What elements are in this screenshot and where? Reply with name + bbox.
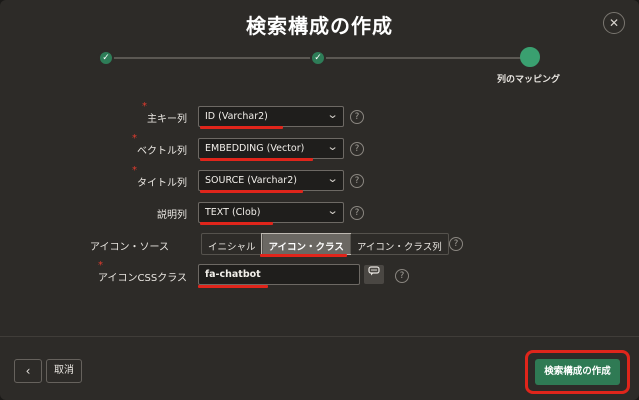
icon-source-option-initial[interactable]: イニシャル bbox=[202, 234, 262, 254]
title-column-value: SOURCE (Varchar2) bbox=[205, 175, 297, 186]
cancel-button[interactable]: 取消 bbox=[46, 359, 82, 383]
create-search-config-dialog: 検索構成の作成 ✕ ✓ ✓ 列のマッピング * 主キー列 ID (Varchar… bbox=[0, 0, 639, 400]
wizard-step-1-check-icon: ✓ bbox=[98, 50, 114, 66]
highlight-underline bbox=[200, 190, 303, 193]
wizard-step-3-label: 列のマッピング bbox=[497, 75, 561, 85]
dialog-title: 検索構成の作成 bbox=[246, 14, 393, 38]
vector-row: * ベクトル列 EMBEDDING (Vector) ⌄ ? bbox=[0, 133, 639, 161]
close-icon[interactable]: ✕ bbox=[603, 12, 625, 34]
wizard-step-3-current bbox=[520, 47, 540, 67]
primary-key-value: ID (Varchar2) bbox=[205, 111, 268, 122]
icon-css-input[interactable]: fa-chatbot bbox=[198, 264, 360, 285]
chevron-down-icon: ⌄ bbox=[326, 172, 339, 185]
primary-key-label: 主キー列 bbox=[147, 114, 187, 125]
chat-icon bbox=[368, 266, 380, 276]
title-column-select[interactable]: SOURCE (Varchar2) ⌄ bbox=[198, 170, 344, 191]
highlight-underline bbox=[200, 126, 283, 129]
back-button[interactable]: ‹ bbox=[14, 359, 42, 383]
title-column-label: タイトル列 bbox=[137, 178, 187, 189]
highlight-underline bbox=[200, 222, 273, 225]
help-icon[interactable]: ? bbox=[350, 206, 364, 220]
icon-source-option-icon-class-column[interactable]: アイコン・クラス列 bbox=[349, 234, 448, 254]
description-value: TEXT (Clob) bbox=[205, 207, 261, 218]
icon-source-option-icon-class[interactable]: アイコン・クラス bbox=[260, 233, 351, 255]
chevron-down-icon: ⌄ bbox=[326, 204, 339, 217]
title-column-row: * タイトル列 SOURCE (Varchar2) ⌄ ? bbox=[0, 165, 639, 193]
footer-divider bbox=[0, 336, 639, 337]
highlight-underline bbox=[260, 254, 347, 257]
help-icon[interactable]: ? bbox=[350, 110, 364, 124]
help-icon[interactable]: ? bbox=[395, 269, 409, 283]
create-search-config-button[interactable]: 検索構成の作成 bbox=[535, 359, 620, 385]
vector-select[interactable]: EMBEDDING (Vector) ⌄ bbox=[198, 138, 344, 159]
help-icon[interactable]: ? bbox=[350, 174, 364, 188]
description-row: 説明列 TEXT (Clob) ⌄ ? bbox=[0, 201, 639, 225]
primary-key-row: * 主キー列 ID (Varchar2) ⌄ ? bbox=[0, 101, 639, 129]
wizard-step-2-check-icon: ✓ bbox=[310, 50, 326, 66]
primary-key-select[interactable]: ID (Varchar2) ⌄ bbox=[198, 106, 344, 127]
vector-value: EMBEDDING (Vector) bbox=[205, 143, 305, 154]
chevron-down-icon: ⌄ bbox=[326, 140, 339, 153]
icon-css-row: * アイコンCSSクラス fa-chatbot ? bbox=[0, 260, 639, 288]
highlight-underline bbox=[200, 158, 313, 161]
vector-label: ベクトル列 bbox=[137, 146, 187, 157]
icon-source-label: アイコン・ソース bbox=[90, 242, 169, 253]
icon-source-radio-group: イニシャル アイコン・クラス アイコン・クラス列 bbox=[201, 233, 449, 255]
help-icon[interactable]: ? bbox=[350, 142, 364, 156]
icon-css-label: アイコンCSSクラス bbox=[98, 273, 187, 284]
description-label: 説明列 bbox=[157, 210, 187, 221]
create-button-highlight: 検索構成の作成 bbox=[525, 350, 630, 394]
description-select[interactable]: TEXT (Clob) ⌄ bbox=[198, 202, 344, 223]
help-icon[interactable]: ? bbox=[449, 237, 463, 251]
chevron-down-icon: ⌄ bbox=[326, 108, 339, 121]
highlight-underline bbox=[198, 285, 268, 288]
icon-picker-button[interactable] bbox=[364, 265, 384, 284]
wizard-progress: ✓ ✓ 列のマッピング bbox=[0, 44, 639, 94]
